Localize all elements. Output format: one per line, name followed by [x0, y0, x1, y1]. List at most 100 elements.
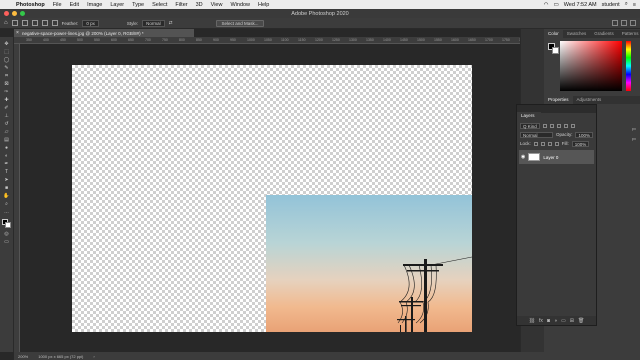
- filter-type-icon[interactable]: [556, 123, 561, 128]
- history-brush-tool-icon[interactable]: ↺: [3, 121, 11, 127]
- path-select-tool-icon[interactable]: ➤: [3, 177, 11, 183]
- gradient-tool-icon[interactable]: ▤: [3, 137, 11, 143]
- zoom-level[interactable]: 200%: [18, 354, 28, 359]
- lock-transparent-icon[interactable]: [533, 141, 538, 146]
- quick-mask-icon[interactable]: ◎: [3, 231, 11, 237]
- menu-list-icon[interactable]: ≡: [633, 2, 636, 8]
- blur-tool-icon[interactable]: ●: [3, 145, 11, 151]
- tab-adjustments[interactable]: Adjustments: [573, 96, 606, 104]
- healing-tool-icon[interactable]: ✚: [3, 97, 11, 103]
- style-select[interactable]: Normal: [142, 19, 165, 27]
- layer-name[interactable]: Layer 0: [543, 155, 558, 160]
- close-document-icon[interactable]: ×: [16, 30, 19, 36]
- tab-properties[interactable]: Properties: [544, 96, 573, 104]
- lock-image-icon[interactable]: [540, 141, 545, 146]
- layer-thumbnail[interactable]: [528, 153, 541, 161]
- frame-tool-icon[interactable]: ⊠: [3, 81, 11, 87]
- visibility-eye-icon[interactable]: ◉: [521, 154, 525, 160]
- blend-mode-select[interactable]: Normal: [520, 131, 553, 138]
- menu-window[interactable]: Window: [226, 2, 254, 8]
- quick-select-tool-icon[interactable]: ✎: [3, 65, 11, 71]
- pen-tool-icon[interactable]: ✒: [3, 161, 11, 167]
- feather-input[interactable]: 0 px: [82, 19, 99, 27]
- share-icon[interactable]: [630, 20, 636, 26]
- move-tool-icon[interactable]: ✥: [3, 41, 11, 47]
- hand-tool-icon[interactable]: ✋: [3, 193, 11, 199]
- dodge-tool-icon[interactable]: ◐: [3, 153, 11, 159]
- adjustment-layer-icon[interactable]: ◑: [554, 318, 557, 324]
- tab-patterns[interactable]: Patterns: [618, 30, 640, 38]
- type-tool-icon[interactable]: T: [3, 169, 11, 175]
- battery-icon[interactable]: ▭: [554, 2, 559, 8]
- lock-position-icon[interactable]: [547, 141, 552, 146]
- document-info[interactable]: 1000 px x 665 px (72 ppi): [38, 354, 83, 359]
- lock-all-icon[interactable]: [554, 141, 559, 146]
- menu-clock[interactable]: Wed 7:52 AM: [564, 2, 597, 8]
- color-panel-swatches[interactable]: [548, 43, 560, 55]
- menu-3d[interactable]: 3D: [192, 2, 207, 8]
- hue-slider[interactable]: [626, 41, 631, 91]
- filter-adjustment-icon[interactable]: [549, 123, 554, 128]
- menu-edit[interactable]: Edit: [66, 2, 83, 8]
- background-color[interactable]: [4, 222, 11, 228]
- color-swatches[interactable]: [1, 219, 12, 228]
- menu-user[interactable]: student: [602, 2, 620, 8]
- close-window-button[interactable]: [4, 11, 9, 16]
- document-tab[interactable]: × negative-space-power-lines.jpg @ 200% …: [14, 29, 194, 37]
- menu-layer[interactable]: Layer: [106, 2, 128, 8]
- opacity-input[interactable]: 100%: [575, 131, 593, 138]
- wifi-icon[interactable]: ◠: [544, 2, 549, 8]
- delete-layer-icon[interactable]: 🗑: [578, 318, 584, 324]
- menu-type[interactable]: Type: [128, 2, 148, 8]
- workspace-icon[interactable]: [621, 20, 627, 26]
- swap-icon[interactable]: ⇄: [169, 20, 173, 26]
- layer-kind-filter[interactable]: Q Kind: [520, 122, 540, 129]
- power-lines-photo-layer[interactable]: [266, 195, 472, 332]
- zoom-window-button[interactable]: [20, 11, 25, 16]
- menu-photoshop[interactable]: Photoshop: [12, 2, 49, 8]
- menu-help[interactable]: Help: [254, 2, 273, 8]
- eyedropper-tool-icon[interactable]: ✑: [3, 89, 11, 95]
- menu-filter[interactable]: Filter: [171, 2, 191, 8]
- tab-gradients[interactable]: Gradients: [590, 30, 618, 38]
- stamp-tool-icon[interactable]: ⊥: [3, 113, 11, 119]
- search-icon[interactable]: ⌕: [625, 1, 628, 8]
- brush-tool-icon[interactable]: ✐: [3, 105, 11, 111]
- menu-file[interactable]: File: [49, 2, 66, 8]
- home-icon[interactable]: ⌂: [4, 20, 8, 26]
- color-picker-field[interactable]: [560, 41, 622, 91]
- new-layer-icon[interactable]: ⊞: [570, 318, 574, 324]
- crop-tool-icon[interactable]: ⌗: [3, 73, 11, 79]
- menu-select[interactable]: Select: [148, 2, 171, 8]
- fill-input[interactable]: 100%: [571, 140, 590, 147]
- new-selection-icon[interactable]: [21, 20, 28, 26]
- minimize-window-button[interactable]: [12, 11, 17, 16]
- intersect-selection-icon[interactable]: [51, 20, 58, 26]
- add-selection-icon[interactable]: [31, 20, 38, 26]
- tab-swatches[interactable]: Swatches: [563, 30, 591, 38]
- menu-image[interactable]: Image: [83, 2, 106, 8]
- subtract-selection-icon[interactable]: [41, 20, 48, 26]
- more-tools-icon[interactable]: …: [3, 209, 11, 215]
- eraser-tool-icon[interactable]: ▱: [3, 129, 11, 135]
- layer-style-icon[interactable]: fx: [539, 318, 543, 324]
- zoom-tool-icon[interactable]: ⌕: [3, 201, 11, 207]
- status-arrow-icon[interactable]: ›: [93, 354, 94, 359]
- link-layers-icon[interactable]: ⛓: [529, 318, 535, 324]
- tab-layers[interactable]: Layers: [517, 112, 541, 120]
- filter-smart-icon[interactable]: [570, 123, 575, 128]
- layer-row[interactable]: ◉ Layer 0: [519, 150, 594, 164]
- horizontal-ruler[interactable]: 350 400 450 500 550 600 650 700 750 800 850 900 950 1…: [14, 37, 520, 44]
- menu-view[interactable]: View: [207, 2, 227, 8]
- search-panel-icon[interactable]: [612, 20, 618, 26]
- new-group-icon[interactable]: ▭: [561, 318, 566, 324]
- shape-tool-icon[interactable]: ■: [3, 185, 11, 191]
- select-and-mask-button[interactable]: Select and Mask...: [216, 19, 264, 27]
- marquee-preset-icon[interactable]: [11, 20, 18, 26]
- add-mask-icon[interactable]: ◙: [547, 318, 550, 324]
- tab-color[interactable]: Color: [544, 30, 563, 38]
- marquee-tool-icon[interactable]: ⬚: [3, 49, 11, 55]
- lasso-tool-icon[interactable]: ◯: [3, 57, 11, 63]
- filter-shape-icon[interactable]: [563, 123, 568, 128]
- color-panel-background[interactable]: [552, 47, 559, 54]
